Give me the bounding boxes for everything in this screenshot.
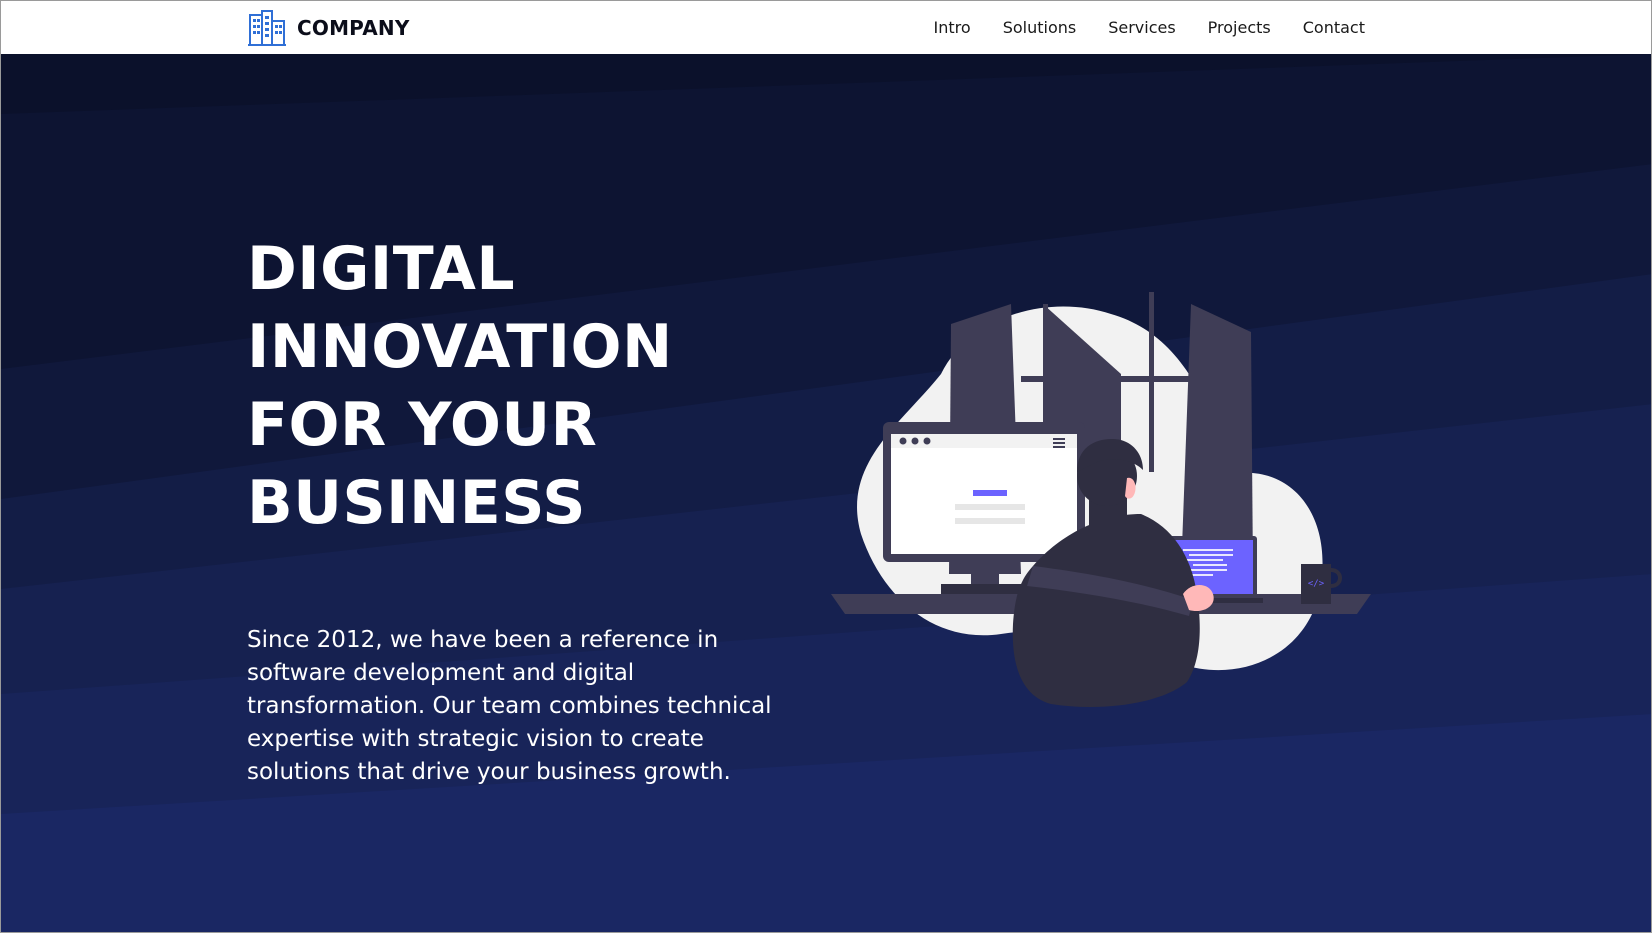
headline-line: INNOVATION (247, 312, 673, 382)
hero-headline: DIGITAL INNOVATION FOR YOUR BUSINESS (247, 230, 673, 542)
svg-text:</>: </> (1308, 579, 1325, 589)
building-right (1181, 304, 1253, 574)
hero-lead-text: Since 2012, we have been a reference in … (247, 627, 772, 785)
nav-link-intro[interactable]: Intro (934, 18, 971, 37)
nav-link-solutions[interactable]: Solutions (1003, 18, 1077, 37)
building-icon (247, 9, 287, 47)
headline-line: DIGITAL (247, 234, 516, 304)
main-nav: Intro Solutions Services Projects Contac… (934, 1, 1365, 54)
headline-line: BUSINESS (247, 468, 586, 538)
site-header: COMPANY Intro Solutions Services Project… (1, 1, 1651, 54)
nav-link-contact[interactable]: Contact (1303, 18, 1365, 37)
nav-link-projects[interactable]: Projects (1208, 18, 1271, 37)
page: COMPANY Intro Solutions Services Project… (0, 0, 1652, 933)
hero-section: DIGITAL INNOVATION FOR YOUR BUSINESS Sin… (1, 54, 1651, 932)
brand-name: COMPANY (297, 16, 410, 40)
nav-link-services[interactable]: Services (1108, 18, 1175, 37)
developer-at-desk-illustration: </> (821, 264, 1381, 724)
brand-link[interactable]: COMPANY (247, 9, 410, 47)
moon-circle (1125, 334, 1161, 370)
headline-line: FOR YOUR (247, 390, 598, 460)
